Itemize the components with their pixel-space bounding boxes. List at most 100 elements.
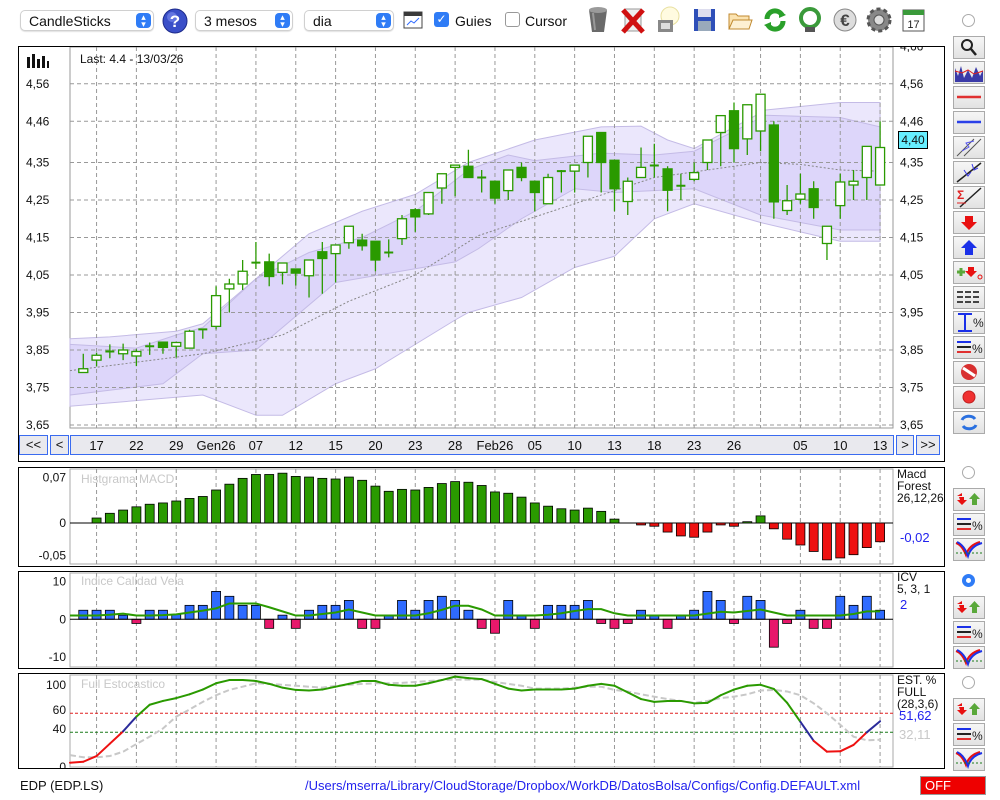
macd-bar[interactable] [543,505,553,524]
macd-bar[interactable] [742,521,753,524]
settings-button[interactable] [865,6,892,34]
macd-bar[interactable] [264,474,275,524]
icv-bar[interactable] [808,618,819,629]
icv-bar[interactable] [317,604,328,620]
macd-signal-arrows-button[interactable] [953,488,985,511]
macd-bar[interactable] [237,477,248,524]
macd-bar[interactable] [875,522,885,543]
icv-bar[interactable] [662,618,673,629]
percent-range-tool-button[interactable]: % [953,311,985,334]
cursor-checkbox[interactable] [505,12,520,27]
nav-first-button[interactable]: << [19,435,48,455]
recycle-button[interactable] [797,6,823,34]
icv-bar[interactable] [702,591,713,620]
channel-tool-button[interactable] [953,136,985,159]
calendar-button[interactable]: 17 [901,6,927,34]
icv-bar[interactable] [357,618,368,629]
macd-bar[interactable] [91,517,102,524]
candle[interactable] [423,191,434,216]
nav-last-button[interactable]: >> [916,435,940,455]
icv-bar[interactable] [742,595,753,620]
icv-chart[interactable]: Indice Calidad Vela 10 0 -10 [19,572,896,668]
icv-bar[interactable] [543,604,553,620]
fibonacci-tool-button[interactable]: Σ [953,186,985,209]
icv-bar[interactable] [131,618,142,624]
macd-bar[interactable] [808,522,819,552]
macd-bar[interactable] [861,522,872,548]
macd-bar[interactable] [675,522,686,537]
macd-bar[interactable] [662,522,673,533]
stoch-oscillator-curve-button[interactable] [953,748,985,771]
icv-signal-arrows-button[interactable] [953,596,985,619]
macd-bar[interactable] [795,522,806,546]
volume-chart-tool-button[interactable] [953,61,985,84]
red-line-tool-button[interactable] [953,86,985,109]
macd-bar[interactable] [689,522,700,538]
macd-bar[interactable] [383,490,394,524]
sync-tool-button[interactable] [953,411,985,434]
open-folder-button[interactable] [727,6,753,34]
macd-bar[interactable] [768,522,779,530]
delete-button[interactable] [620,6,646,34]
icv-bar[interactable] [237,604,248,620]
icv-bar[interactable] [861,595,872,620]
lightbulb-button[interactable] [655,6,681,34]
icv-bar[interactable] [822,618,832,629]
icv-bar[interactable] [224,595,235,620]
macd-bar[interactable] [755,515,766,524]
dashed-levels-tool-button[interactable] [953,286,985,309]
add-signal-tool-button[interactable] [953,261,985,284]
icv-bar[interactable] [848,604,859,620]
macd-bar[interactable] [251,474,261,524]
icv-bar[interactable] [370,618,381,629]
chart-window-button[interactable] [403,11,423,29]
macd-bar[interactable] [277,472,288,524]
icv-bar[interactable] [463,609,474,620]
stoch-signal-arrows-button[interactable] [953,698,985,721]
blue-line-tool-button[interactable] [953,111,985,134]
macd-bar[interactable] [503,492,514,524]
macd-bar[interactable] [144,503,155,524]
icv-panel-radio[interactable] [962,574,975,587]
macd-bar[interactable] [197,496,208,524]
icv-bar[interactable] [768,618,779,648]
macd-bar[interactable] [171,500,182,524]
icv-bar[interactable] [715,600,726,620]
stochastic-chart[interactable]: Full Estocastico 100 60 40 0 [19,674,896,768]
candlestick-chart[interactable]: 4,66 4,56 4,56 4,46 4,46 4,35 4,35 4,25 4,25 4,15… [19,47,944,433]
refresh-button[interactable] [762,6,788,34]
nav-next-button[interactable]: > [896,435,914,455]
macd-bar[interactable] [450,481,461,524]
main-panel-radio[interactable] [962,14,975,27]
icv-bar[interactable] [596,618,607,624]
config-path-link[interactable]: /Users/mserra/Library/CloudStorage/Dropb… [305,778,860,793]
icv-percent-levels-button[interactable]: % [953,621,985,644]
macd-bar[interactable] [702,522,713,533]
help-button[interactable]: ? [162,8,188,36]
interval-select[interactable]: dia ▴ ▾ [304,10,394,31]
macd-bar[interactable] [516,496,527,524]
icv-bar[interactable] [450,600,461,620]
guides-checkbox[interactable]: ✓ [434,12,449,27]
macd-bar[interactable] [118,509,129,524]
macd-bar[interactable] [184,498,195,524]
icv-bar[interactable] [729,618,739,624]
macd-bar[interactable] [357,479,368,524]
macd-bar[interactable] [848,522,859,556]
macd-histogram-chart[interactable]: Histgrama MACD 0,07 0 -0,05 [19,468,896,566]
percent-levels-tool-button[interactable]: % [953,336,985,359]
macd-bar[interactable] [370,485,381,524]
icv-bar[interactable] [529,618,540,629]
macd-bar[interactable] [490,491,500,524]
icv-bar[interactable] [423,600,434,620]
icv-bar[interactable] [436,595,447,620]
macd-bar[interactable] [131,506,142,524]
stoch-panel-radio[interactable] [962,676,975,689]
macd-bar[interactable] [397,488,407,524]
macd-percent-levels-button[interactable]: % [953,513,985,536]
icv-oscillator-curve-button[interactable] [953,646,985,669]
macd-bar[interactable] [290,476,301,524]
zoom-tool-button[interactable] [953,36,985,59]
macd-oscillator-curve-button[interactable] [953,538,985,561]
macd-panel-radio[interactable] [962,466,975,479]
